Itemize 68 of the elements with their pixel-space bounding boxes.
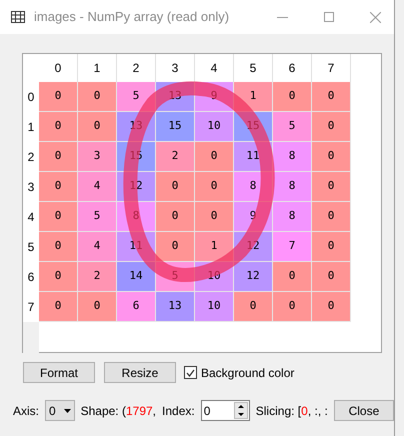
table-cell: 0 — [312, 232, 351, 262]
table-cell: 0 — [195, 172, 234, 202]
table-cell: 0 — [39, 172, 78, 202]
table-cell: 0 — [156, 202, 195, 232]
shape-label: Shape: (1797, — [80, 402, 156, 420]
table-cell: 4 — [78, 172, 117, 202]
table-cell: 0 — [312, 112, 351, 142]
table-cell: 10 — [195, 112, 234, 142]
table-cell: 2 — [78, 262, 117, 292]
minimize-icon[interactable] — [277, 16, 288, 18]
table-cell: 0 — [312, 262, 351, 292]
checkbox[interactable] — [184, 366, 197, 379]
axis-label: Axis: — [13, 402, 40, 420]
table-cell: 0 — [39, 232, 78, 262]
spin-down-icon[interactable] — [238, 412, 244, 416]
table-cell: 0 — [78, 112, 117, 142]
table-cell: 0 — [312, 172, 351, 202]
table-cell: 0 — [312, 142, 351, 172]
index-label: Index: — [162, 402, 195, 420]
table-cell: 4 — [78, 232, 117, 262]
table-cell: 0 — [273, 292, 312, 322]
table-cell: 8 — [273, 142, 312, 172]
checkbox-label: Background color — [201, 364, 294, 382]
table-cell: 5 — [273, 112, 312, 142]
table-cell: 13 — [156, 292, 195, 322]
table-cell: 0 — [312, 82, 351, 112]
table-cell: 5 — [78, 202, 117, 232]
check-icon — [186, 368, 195, 376]
table-cell: 0 — [273, 82, 312, 112]
table-cell: 0 — [39, 112, 78, 142]
maximize-icon[interactable] — [324, 12, 334, 22]
table-cell: 7 — [273, 232, 312, 262]
table-cell: 0 — [195, 202, 234, 232]
table-cell: 0 — [39, 202, 78, 232]
table-cell: 14 — [117, 262, 156, 292]
table-cell: 8 — [273, 202, 312, 232]
close-button[interactable]: Close — [334, 400, 394, 421]
table-cell: 0 — [39, 142, 78, 172]
caret-icon — [64, 408, 71, 412]
table-cell: 0 — [195, 142, 234, 172]
axis-dropdown[interactable]: 0 — [45, 400, 75, 421]
table-cell: 0 — [234, 292, 273, 322]
table-cell: 0 — [39, 82, 78, 112]
table-cell: 15 — [156, 112, 195, 142]
table-cell: 2 — [156, 142, 195, 172]
table-cell: 8 — [273, 172, 312, 202]
window-title: images - NumPy array (read only) — [34, 8, 230, 26]
table-cell: 0 — [312, 292, 351, 322]
table-cell: 3 — [78, 142, 117, 172]
table-icon — [11, 11, 25, 23]
slicing-label: Slicing: [0, :, : — [256, 402, 328, 420]
table-cell: 12 — [234, 262, 273, 292]
table-cell: 0 — [312, 202, 351, 232]
toolbar-button[interactable]: Resize — [104, 362, 176, 383]
header-filler — [23, 322, 39, 356]
table-cell: 0 — [39, 262, 78, 292]
table-cell: 6 — [117, 292, 156, 322]
table-cell: 10 — [195, 292, 234, 322]
table-cell: 0 — [78, 292, 117, 322]
toolbar-button[interactable]: Format — [23, 362, 95, 383]
table-cell: 0 — [78, 82, 117, 112]
table-cell: 0 — [156, 172, 195, 202]
table-cell: 0 — [156, 232, 195, 262]
table-cell: 0 — [39, 292, 78, 322]
table-cell: 0 — [273, 262, 312, 292]
spin-up-icon[interactable] — [238, 405, 244, 408]
index-spinbox[interactable]: 0 — [200, 400, 250, 421]
close-icon[interactable] — [370, 12, 381, 22]
